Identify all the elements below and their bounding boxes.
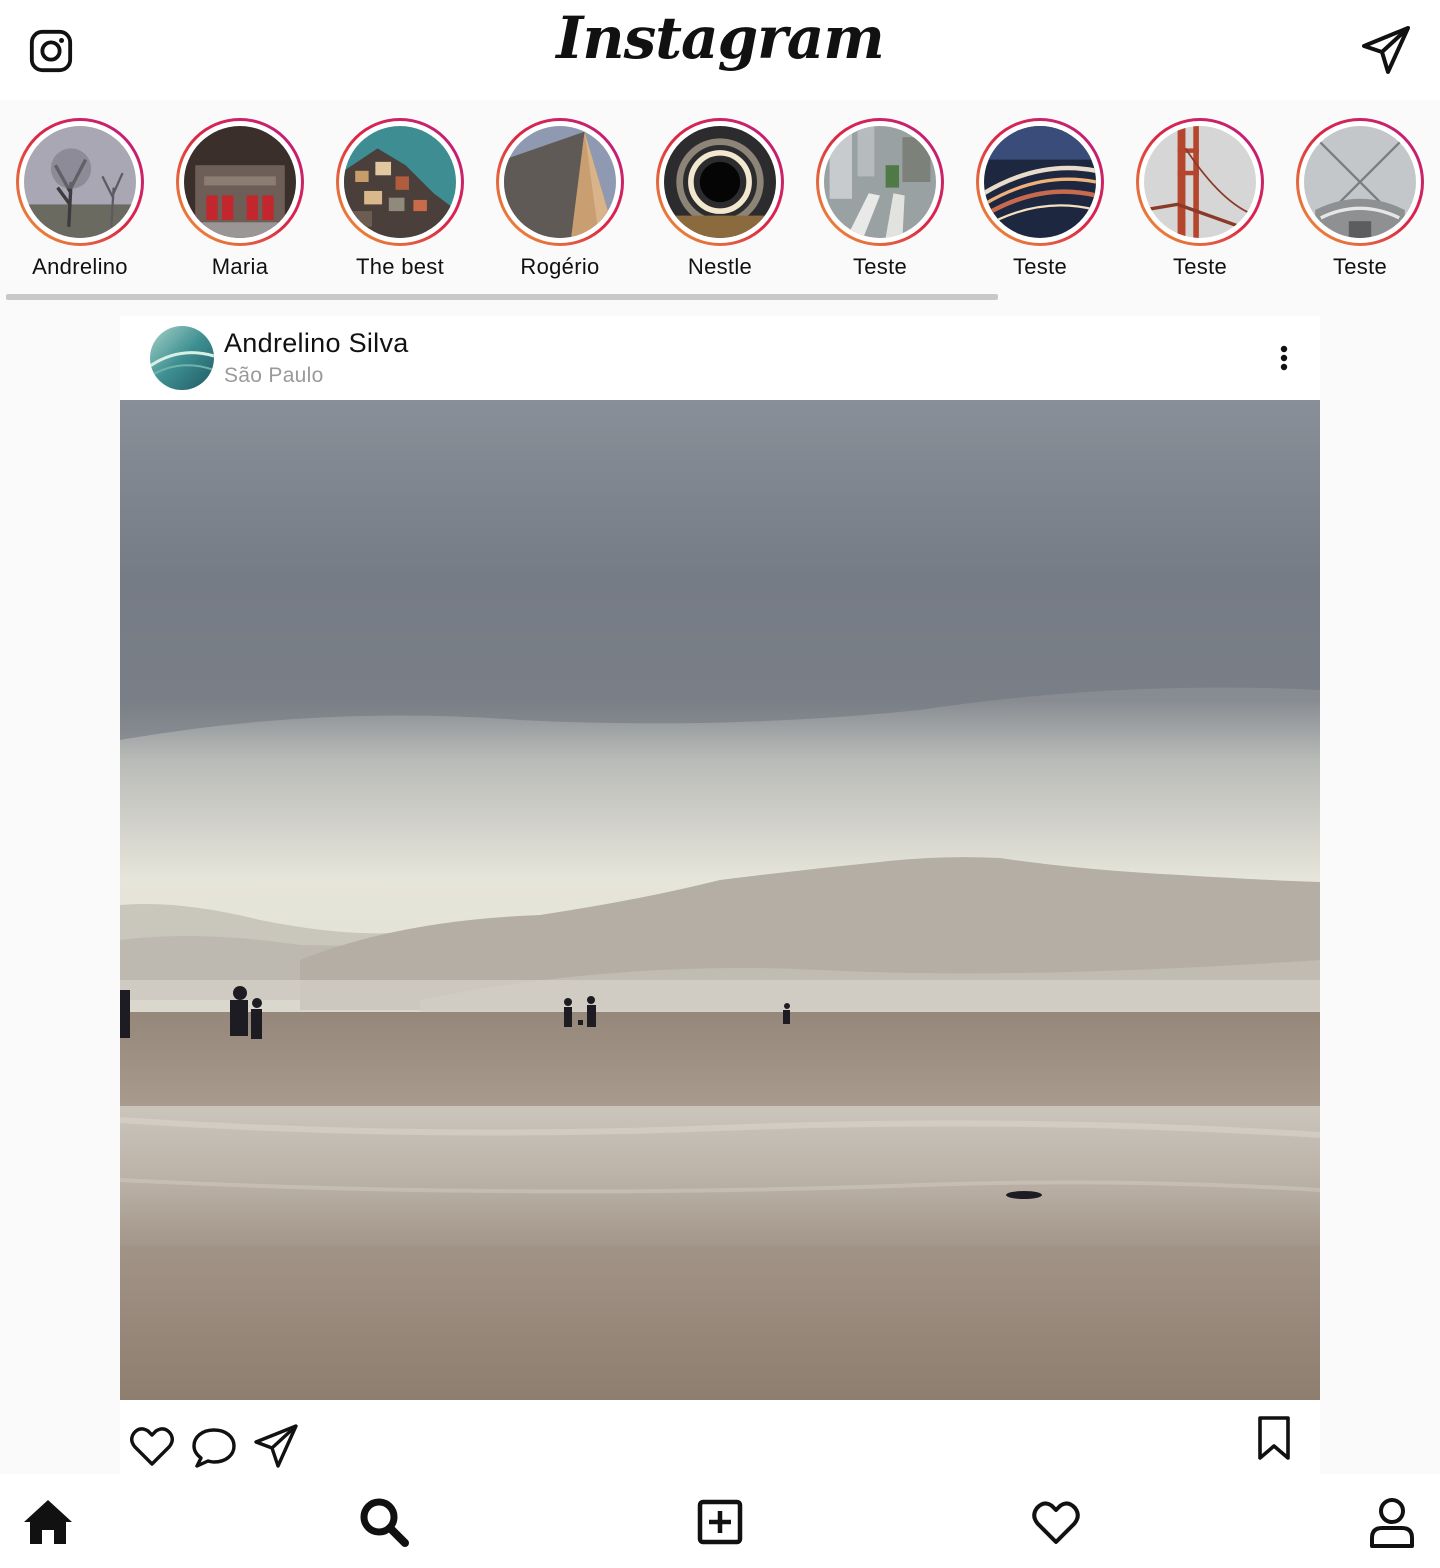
story-name: Teste: [1172, 254, 1228, 279]
story-avatar: [184, 126, 296, 238]
story-name: Teste: [1332, 254, 1388, 279]
bookmark-icon[interactable]: [1250, 1414, 1298, 1462]
home-icon[interactable]: [22, 1496, 74, 1548]
story-item[interactable]: Teste: [1280, 118, 1440, 280]
stories-bar: Andrelino Maria The best Rogério Nestle …: [0, 100, 1440, 312]
comment-icon[interactable]: [190, 1422, 238, 1470]
heart-icon[interactable]: [128, 1422, 176, 1470]
story-avatar: [24, 126, 136, 238]
story-item[interactable]: The best: [320, 118, 480, 280]
story-name: Andrelino: [32, 254, 128, 279]
story-item[interactable]: Maria: [160, 118, 320, 280]
avatar[interactable]: [150, 326, 214, 390]
stories-scrollbar[interactable]: [6, 294, 998, 300]
story-avatar: [344, 126, 456, 238]
post-header: Andrelino Silva São Paulo: [120, 316, 1320, 400]
story-item[interactable]: Andrelino: [0, 118, 160, 280]
story-item[interactable]: Teste: [960, 118, 1120, 280]
story-name: The best: [355, 254, 444, 279]
instagram-logo: Instagram: [556, 4, 884, 72]
story-item[interactable]: Nestle: [640, 118, 800, 280]
activity-heart-icon[interactable]: [1030, 1496, 1082, 1548]
search-icon[interactable]: [358, 1496, 410, 1548]
story-name: Teste: [1012, 254, 1068, 279]
story-item[interactable]: Teste: [800, 118, 960, 280]
top-bar: Instagram: [0, 0, 1440, 100]
post-card: Andrelino Silva São Paulo: [120, 316, 1320, 1476]
post-actions: [120, 1400, 1320, 1476]
story-avatar: [824, 126, 936, 238]
paper-plane-icon[interactable]: [1360, 24, 1412, 76]
story-avatar: [1304, 126, 1416, 238]
story-avatar: [1144, 126, 1256, 238]
post-image[interactable]: [120, 400, 1320, 1400]
story-name: Rogério: [520, 254, 600, 279]
bottom-nav: [0, 1474, 1440, 1568]
story-name: Teste: [852, 254, 908, 279]
post-username[interactable]: Andrelino Silva: [224, 328, 409, 359]
share-icon[interactable]: [252, 1422, 300, 1470]
story-avatar: [504, 126, 616, 238]
story-avatar: [984, 126, 1096, 238]
story-name: Nestle: [687, 254, 753, 279]
story-item[interactable]: Rogério: [480, 118, 640, 280]
story-name: Maria: [211, 254, 269, 279]
story-item[interactable]: Teste: [1120, 118, 1280, 280]
post-location[interactable]: São Paulo: [224, 364, 324, 388]
more-options-icon[interactable]: [1270, 344, 1298, 374]
story-avatar: [664, 126, 776, 238]
add-icon[interactable]: [694, 1496, 746, 1548]
profile-icon[interactable]: [1366, 1496, 1418, 1548]
